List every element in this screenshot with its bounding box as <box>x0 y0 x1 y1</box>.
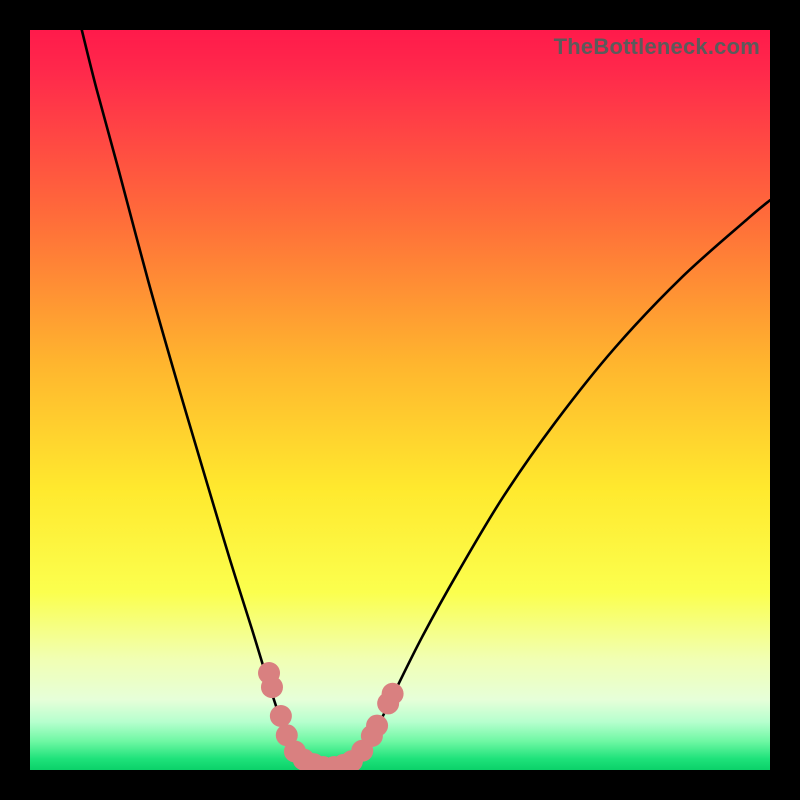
marker-dot <box>382 683 404 705</box>
chart-frame: TheBottleneck.com <box>0 0 800 800</box>
watermark-text: TheBottleneck.com <box>554 34 760 60</box>
bottleneck-curve <box>82 30 770 770</box>
curve-layer <box>30 30 770 770</box>
marker-dots-group <box>258 662 404 770</box>
marker-dot <box>270 705 292 727</box>
marker-dot <box>261 676 283 698</box>
plot-area: TheBottleneck.com <box>30 30 770 770</box>
marker-dot <box>366 715 388 737</box>
